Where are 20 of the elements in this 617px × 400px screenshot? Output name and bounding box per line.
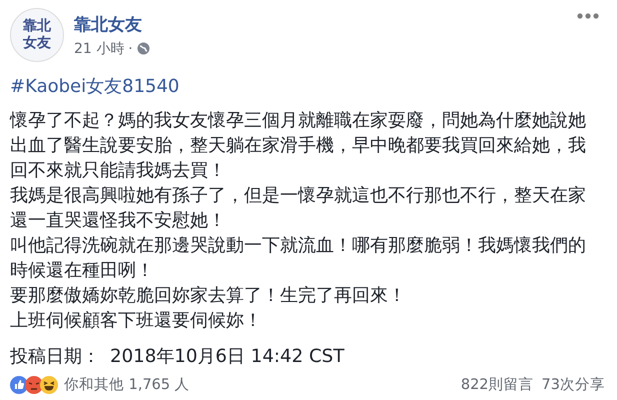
post-text: 上班伺候顧客下班還要伺候妳！ [10, 309, 263, 333]
avatar-text: 女友 [23, 35, 51, 52]
post-time[interactable]: 21 小時 [74, 40, 124, 58]
laughing-face-icon [40, 376, 58, 394]
shares-link[interactable]: 73次分享 [542, 375, 605, 394]
separator: · [128, 40, 133, 56]
page-avatar[interactable]: 靠北 女友 [10, 8, 64, 62]
page-name[interactable]: 靠北女友 [74, 12, 150, 36]
post-text: 叫他記得洗碗就在那邊哭說動一下就流血！哪有那麼脆弱！我媽懷我們的時候還在種田咧！ [10, 234, 587, 283]
post-text: 要那麼傲嬌妳乾脆回妳家去算了！生完了再回來！ [10, 284, 407, 308]
post-date-label: 投稿日期： [10, 345, 100, 368]
post-date: 2018年10月6日 14:42 CST [110, 345, 344, 368]
comments-link[interactable]: 822則留言 [460, 375, 534, 394]
post-text: 我媽是很高興啦她有孫子了，但是一懷孕就這也不行那也不行，整天在家還一直哭還怪我不安慰她！ [10, 184, 587, 233]
more-options-icon[interactable] [577, 13, 599, 19]
avatar-text: 靠北 [23, 18, 51, 35]
reaction-count[interactable]: 你和其他 1,765 人 [64, 375, 190, 394]
globe-icon [136, 42, 150, 55]
hashtag-link[interactable]: #Kaobei女友81540 [10, 74, 180, 98]
post-text: 懷孕了不起？媽的我女友懷孕三個月就離職在家耍廢，問她為什麼她說她出血了醫生說要安胎，整天躺在家滑手機，早中晚都要我買回來給她，我回不來就只能請我媽去買！ [10, 109, 587, 183]
